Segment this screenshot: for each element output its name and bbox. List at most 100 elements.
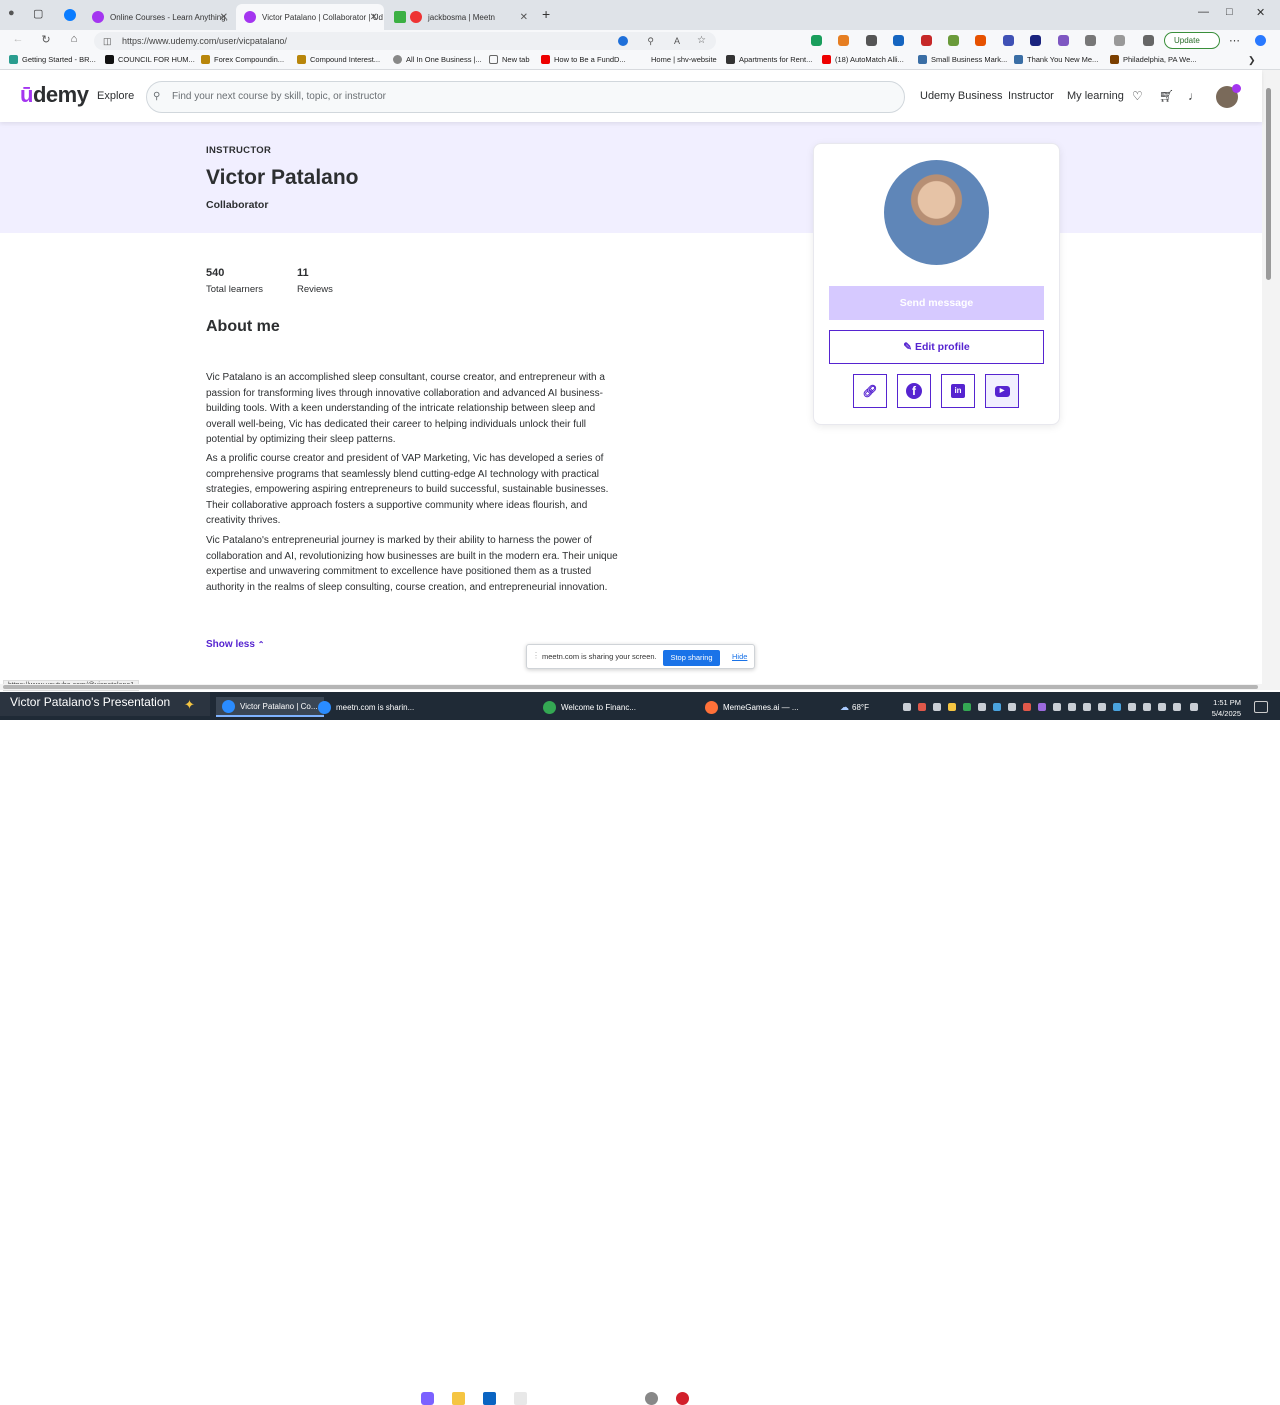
close-tab-icon[interactable]: ✕ xyxy=(370,12,378,23)
pen-icon[interactable] xyxy=(1190,703,1198,711)
update-button[interactable]: Update xyxy=(1164,32,1220,49)
wishlist-heart-icon[interactable]: ♡ xyxy=(1132,89,1143,103)
close-tab-icon[interactable]: ✕ xyxy=(520,12,528,23)
bookmark-item[interactable]: Thank You New Me... xyxy=(1014,55,1098,64)
udemy-logo[interactable]: ūudemydemy xyxy=(20,82,89,108)
tray-icon[interactable] xyxy=(918,703,926,711)
taskbar-item-firefox[interactable]: MemeGames.ai — ... xyxy=(705,697,799,717)
bookmark-item[interactable]: Forex Compoundin... xyxy=(201,55,284,64)
bookmark-item[interactable]: Philadelphia, PA We... xyxy=(1110,55,1197,64)
taskbar-item-udemy[interactable]: Victor Patalano | Co... xyxy=(216,697,324,717)
tray-icon[interactable] xyxy=(1023,703,1031,711)
refresh-icon[interactable]: ↻ xyxy=(38,33,54,46)
favorites-icon[interactable] xyxy=(1114,35,1125,46)
vertical-scrollbar[interactable] xyxy=(1262,70,1280,690)
hide-link[interactable]: Hide xyxy=(732,652,747,661)
back-icon[interactable]: ← xyxy=(10,33,26,45)
close-tab-icon[interactable]: ✕ xyxy=(220,12,228,23)
bookmark-item[interactable]: All In One Business |... xyxy=(393,55,482,64)
show-less-button[interactable]: Show less ⌃ xyxy=(206,639,264,650)
extension-icon[interactable] xyxy=(866,35,877,46)
tab-victor-patalano[interactable]: Victor Patalano | Collaborator | Ud ✕ xyxy=(236,4,384,30)
copilot-icon[interactable] xyxy=(1255,35,1266,46)
taskbar-item-chrome[interactable]: Welcome to Financ... xyxy=(543,697,636,717)
edit-profile-button[interactable]: ✎ Edit profile xyxy=(829,330,1044,364)
file-explorer-icon[interactable] xyxy=(452,1392,465,1405)
notifications-bell-icon[interactable]: ♩ xyxy=(1188,89,1200,103)
bookmark-item[interactable]: (18) AutoMatch Alli... xyxy=(822,55,904,64)
tray-icon[interactable] xyxy=(1098,703,1106,711)
url-field[interactable]: ◫ https://www.udemy.com/user/vicpatalano… xyxy=(94,32,716,50)
taskbar-item-meetn[interactable]: meetn.com is sharin... xyxy=(318,697,414,717)
store-icon[interactable] xyxy=(514,1392,527,1405)
metamask-icon[interactable] xyxy=(975,35,986,46)
tray-icon[interactable] xyxy=(1128,703,1136,711)
system-clock[interactable]: 1:51 PM 5/4/2025 xyxy=(1205,697,1241,719)
extensions-puzzle-icon[interactable] xyxy=(1085,35,1096,46)
dell-icon[interactable] xyxy=(645,1392,658,1405)
tab-actions-icon[interactable]: ▢ xyxy=(33,7,43,20)
read-aloud-icon[interactable]: A xyxy=(674,32,680,50)
minimize-icon[interactable]: — xyxy=(1198,6,1209,18)
outlook-icon[interactable] xyxy=(483,1392,496,1405)
battery-icon[interactable] xyxy=(1173,703,1181,711)
tray-icon[interactable] xyxy=(978,703,986,711)
close-window-icon[interactable]: ✕ xyxy=(1256,6,1265,19)
tray-icon[interactable] xyxy=(1008,703,1016,711)
copilot-taskbar-icon[interactable] xyxy=(421,1392,434,1405)
horizontal-scroll-thumb[interactable] xyxy=(3,685,1258,689)
bookmark-item[interactable]: Small Business Mark... xyxy=(918,55,1007,64)
vertical-scroll-thumb[interactable] xyxy=(1266,88,1271,280)
copilot-ext-icon[interactable] xyxy=(618,36,628,46)
notification-center-icon[interactable] xyxy=(1254,701,1268,713)
weather-temp[interactable]: 68°F xyxy=(852,703,869,712)
extension-icon[interactable] xyxy=(921,35,932,46)
bookmark-item[interactable]: Getting Started - BR... xyxy=(9,55,96,64)
tray-icon[interactable] xyxy=(948,703,956,711)
chevron-right-icon[interactable]: ❯ xyxy=(1248,55,1256,66)
explore-link[interactable]: Explore xyxy=(97,90,134,102)
tray-icon[interactable] xyxy=(1068,703,1076,711)
maximize-icon[interactable]: □ xyxy=(1226,6,1233,18)
stop-sharing-button[interactable]: Stop sharing xyxy=(663,650,720,666)
tray-icon[interactable] xyxy=(1053,703,1061,711)
my-learning-link[interactable]: My learning xyxy=(1067,90,1124,102)
bookmark-item[interactable]: How to Be a FundD... xyxy=(541,55,626,64)
tray-icon[interactable] xyxy=(933,703,941,711)
bookmark-item[interactable]: Compound Interest... xyxy=(297,55,380,64)
tray-icon[interactable] xyxy=(903,703,911,711)
tray-icon[interactable] xyxy=(963,703,971,711)
wifi-icon[interactable] xyxy=(1143,703,1151,711)
tray-icon[interactable] xyxy=(1038,703,1046,711)
bookmark-item[interactable]: Apartments for Rent... xyxy=(726,55,812,64)
extension-icon[interactable] xyxy=(893,35,904,46)
udemy-business-link[interactable]: Udemy Business xyxy=(920,90,1003,102)
new-tab-icon[interactable]: + xyxy=(542,6,550,22)
instructor-link[interactable]: Instructor xyxy=(1008,90,1054,102)
profile-icon[interactable]: ● xyxy=(8,7,15,19)
extension-icon[interactable] xyxy=(1030,35,1041,46)
home-icon[interactable]: ⌂ xyxy=(66,33,82,45)
extension-icon[interactable] xyxy=(948,35,959,46)
opera-icon[interactable] xyxy=(676,1392,689,1405)
link-icon[interactable]: 🔗︎ xyxy=(853,374,887,408)
bookmark-item[interactable]: New tab xyxy=(489,55,530,64)
avatar[interactable] xyxy=(1216,84,1241,108)
more-options-icon[interactable]: ⋯ xyxy=(1229,34,1240,47)
extension-icon[interactable] xyxy=(838,35,849,46)
search-input[interactable]: ⚲ Find your next course by skill, topic,… xyxy=(146,81,905,113)
linkedin-icon[interactable]: in xyxy=(941,374,975,408)
volume-icon[interactable] xyxy=(1158,703,1166,711)
tab-online-courses[interactable]: Online Courses - Learn Anything, ✕ xyxy=(84,4,234,30)
send-message-button[interactable]: Send message xyxy=(829,286,1044,320)
extension-icon[interactable] xyxy=(1058,35,1069,46)
favorite-star-icon[interactable]: ☆ xyxy=(697,32,706,50)
cart-icon[interactable]: 🛒︎ xyxy=(1159,89,1174,103)
facebook-icon[interactable]: f xyxy=(897,374,931,408)
bookmark-item[interactable]: Home | shv-website xyxy=(651,55,717,64)
messenger-icon[interactable] xyxy=(64,9,76,21)
bluetooth-icon[interactable] xyxy=(1113,703,1121,711)
tab-meetn[interactable]: jackbosma | Meetn ✕ xyxy=(386,4,534,30)
tray-icon[interactable] xyxy=(993,703,1001,711)
downloads-icon[interactable] xyxy=(1143,35,1154,46)
